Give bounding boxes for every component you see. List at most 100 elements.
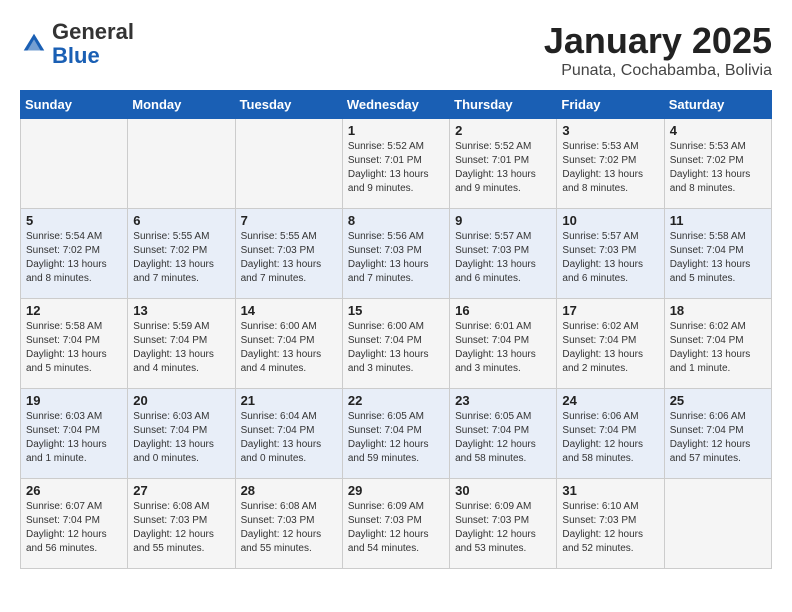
day-info: Sunrise: 6:09 AM Sunset: 7:03 PM Dayligh… [455, 500, 551, 556]
calendar-cell: 29Sunrise: 6:09 AM Sunset: 7:03 PM Dayli… [342, 479, 449, 569]
day-info: Sunrise: 6:05 AM Sunset: 7:04 PM Dayligh… [455, 410, 551, 466]
calendar-cell: 9 Sunrise: 5:57 AM Sunset: 7:03 PM Daylig… [450, 209, 557, 299]
calendar-cell: 20 Sunrise: 6:03 AM Sunset: 7:04 PM Dayli… [128, 389, 235, 479]
calendar-table: SundayMondayTuesdayWednesdayThursdayFrid… [20, 90, 772, 569]
day-number: 1 [348, 123, 444, 138]
calendar-cell: 19 Sunrise: 6:03 AM Sunset: 7:04 PM Dayli… [21, 389, 128, 479]
calendar-cell: 21 Sunrise: 6:04 AM Sunset: 7:04 PM Dayli… [235, 389, 342, 479]
calendar-cell: 4 Sunrise: 5:53 AM Sunset: 7:02 PM Daylig… [664, 119, 771, 209]
day-info: Sunrise: 5:59 AM Sunset: 7:04 PM Dayligh… [133, 320, 229, 376]
day-info: Sunrise: 6:01 AM Sunset: 7:04 PM Dayligh… [455, 320, 551, 376]
calendar-cell [21, 119, 128, 209]
day-number: 21 [241, 393, 337, 408]
logo-general-text: General [52, 19, 134, 44]
day-number: 19 [26, 393, 122, 408]
calendar-week-2: 5 Sunrise: 5:54 AM Sunset: 7:02 PM Daylig… [21, 209, 772, 299]
day-info: Sunrise: 5:56 AM Sunset: 7:03 PM Dayligh… [348, 230, 444, 286]
calendar-cell: 30 Sunrise: 6:09 AM Sunset: 7:03 PM Dayli… [450, 479, 557, 569]
location-text: Punata, Cochabamba, Bolivia [544, 62, 772, 80]
calendar-cell: 26Sunrise: 6:07 AM Sunset: 7:04 PM Dayli… [21, 479, 128, 569]
calendar-cell: 18Sunrise: 6:02 AM Sunset: 7:04 PM Dayli… [664, 299, 771, 389]
day-info: Sunrise: 6:03 AM Sunset: 7:04 PM Dayligh… [133, 410, 229, 466]
calendar-week-5: 26Sunrise: 6:07 AM Sunset: 7:04 PM Dayli… [21, 479, 772, 569]
day-info: Sunrise: 5:57 AM Sunset: 7:03 PM Dayligh… [455, 230, 551, 286]
day-number: 25 [670, 393, 766, 408]
day-number: 28 [241, 483, 337, 498]
day-info: Sunrise: 5:54 AM Sunset: 7:02 PM Dayligh… [26, 230, 122, 286]
day-number: 4 [670, 123, 766, 138]
day-info: Sunrise: 6:00 AM Sunset: 7:04 PM Dayligh… [348, 320, 444, 376]
day-number: 18 [670, 303, 766, 318]
weekday-header-saturday: Saturday [664, 91, 771, 119]
day-info: Sunrise: 6:07 AM Sunset: 7:04 PM Dayligh… [26, 500, 122, 556]
day-number: 17 [562, 303, 658, 318]
day-info: Sunrise: 5:55 AM Sunset: 7:02 PM Dayligh… [133, 230, 229, 286]
day-info: Sunrise: 6:09 AM Sunset: 7:03 PM Dayligh… [348, 500, 444, 556]
day-number: 22 [348, 393, 444, 408]
day-number: 16 [455, 303, 551, 318]
calendar-cell: 3 Sunrise: 5:53 AM Sunset: 7:02 PM Daylig… [557, 119, 664, 209]
day-number: 20 [133, 393, 229, 408]
calendar-cell: 12Sunrise: 5:58 AM Sunset: 7:04 PM Dayli… [21, 299, 128, 389]
day-number: 23 [455, 393, 551, 408]
calendar-cell: 27 Sunrise: 6:08 AM Sunset: 7:03 PM Dayli… [128, 479, 235, 569]
calendar-cell: 25 Sunrise: 6:06 AM Sunset: 7:04 PM Dayli… [664, 389, 771, 479]
calendar-cell: 13 Sunrise: 5:59 AM Sunset: 7:04 PM Dayli… [128, 299, 235, 389]
day-number: 13 [133, 303, 229, 318]
title-block: January 2025 Punata, Cochabamba, Bolivia [544, 20, 772, 80]
day-info: Sunrise: 6:05 AM Sunset: 7:04 PM Dayligh… [348, 410, 444, 466]
day-info: Sunrise: 5:53 AM Sunset: 7:02 PM Dayligh… [562, 140, 658, 196]
calendar-week-1: 1 Sunrise: 5:52 AM Sunset: 7:01 PM Daylig… [21, 119, 772, 209]
day-info: Sunrise: 6:08 AM Sunset: 7:03 PM Dayligh… [241, 500, 337, 556]
day-number: 5 [26, 213, 122, 228]
day-number: 15 [348, 303, 444, 318]
day-number: 27 [133, 483, 229, 498]
day-info: Sunrise: 5:52 AM Sunset: 7:01 PM Dayligh… [455, 140, 551, 196]
day-number: 2 [455, 123, 551, 138]
calendar-cell: 2 Sunrise: 5:52 AM Sunset: 7:01 PM Daylig… [450, 119, 557, 209]
logo-icon [20, 30, 48, 58]
day-info: Sunrise: 6:08 AM Sunset: 7:03 PM Dayligh… [133, 500, 229, 556]
day-info: Sunrise: 5:53 AM Sunset: 7:02 PM Dayligh… [670, 140, 766, 196]
day-number: 11 [670, 213, 766, 228]
day-info: Sunrise: 6:00 AM Sunset: 7:04 PM Dayligh… [241, 320, 337, 376]
calendar-cell: 22 Sunrise: 6:05 AM Sunset: 7:04 PM Dayli… [342, 389, 449, 479]
calendar-cell: 15 Sunrise: 6:00 AM Sunset: 7:04 PM Dayli… [342, 299, 449, 389]
day-number: 8 [348, 213, 444, 228]
day-number: 9 [455, 213, 551, 228]
calendar-cell: 10 Sunrise: 5:57 AM Sunset: 7:03 PM Dayli… [557, 209, 664, 299]
day-info: Sunrise: 5:55 AM Sunset: 7:03 PM Dayligh… [241, 230, 337, 286]
calendar-week-3: 12Sunrise: 5:58 AM Sunset: 7:04 PM Dayli… [21, 299, 772, 389]
day-number: 14 [241, 303, 337, 318]
day-number: 10 [562, 213, 658, 228]
day-number: 7 [241, 213, 337, 228]
day-number: 3 [562, 123, 658, 138]
day-info: Sunrise: 6:04 AM Sunset: 7:04 PM Dayligh… [241, 410, 337, 466]
logo: General Blue [20, 20, 134, 68]
calendar-cell: 23 Sunrise: 6:05 AM Sunset: 7:04 PM Dayli… [450, 389, 557, 479]
calendar-cell: 5 Sunrise: 5:54 AM Sunset: 7:02 PM Daylig… [21, 209, 128, 299]
day-info: Sunrise: 6:06 AM Sunset: 7:04 PM Dayligh… [670, 410, 766, 466]
day-number: 6 [133, 213, 229, 228]
day-info: Sunrise: 5:57 AM Sunset: 7:03 PM Dayligh… [562, 230, 658, 286]
calendar-cell: 24Sunrise: 6:06 AM Sunset: 7:04 PM Dayli… [557, 389, 664, 479]
month-title: January 2025 [544, 20, 772, 62]
day-info: Sunrise: 5:52 AM Sunset: 7:01 PM Dayligh… [348, 140, 444, 196]
calendar-cell: 14 Sunrise: 6:00 AM Sunset: 7:04 PM Dayli… [235, 299, 342, 389]
logo-blue-text: Blue [52, 43, 100, 68]
day-number: 31 [562, 483, 658, 498]
weekday-header-wednesday: Wednesday [342, 91, 449, 119]
weekday-header-tuesday: Tuesday [235, 91, 342, 119]
weekday-header-friday: Friday [557, 91, 664, 119]
page-header: General Blue January 2025 Punata, Cochab… [20, 20, 772, 80]
calendar-cell: 28 Sunrise: 6:08 AM Sunset: 7:03 PM Dayli… [235, 479, 342, 569]
calendar-cell: 16 Sunrise: 6:01 AM Sunset: 7:04 PM Dayli… [450, 299, 557, 389]
weekday-header-sunday: Sunday [21, 91, 128, 119]
day-info: Sunrise: 6:02 AM Sunset: 7:04 PM Dayligh… [562, 320, 658, 376]
day-number: 24 [562, 393, 658, 408]
day-info: Sunrise: 5:58 AM Sunset: 7:04 PM Dayligh… [26, 320, 122, 376]
day-number: 30 [455, 483, 551, 498]
weekday-header-row: SundayMondayTuesdayWednesdayThursdayFrid… [21, 91, 772, 119]
day-info: Sunrise: 6:03 AM Sunset: 7:04 PM Dayligh… [26, 410, 122, 466]
calendar-week-4: 19 Sunrise: 6:03 AM Sunset: 7:04 PM Dayli… [21, 389, 772, 479]
